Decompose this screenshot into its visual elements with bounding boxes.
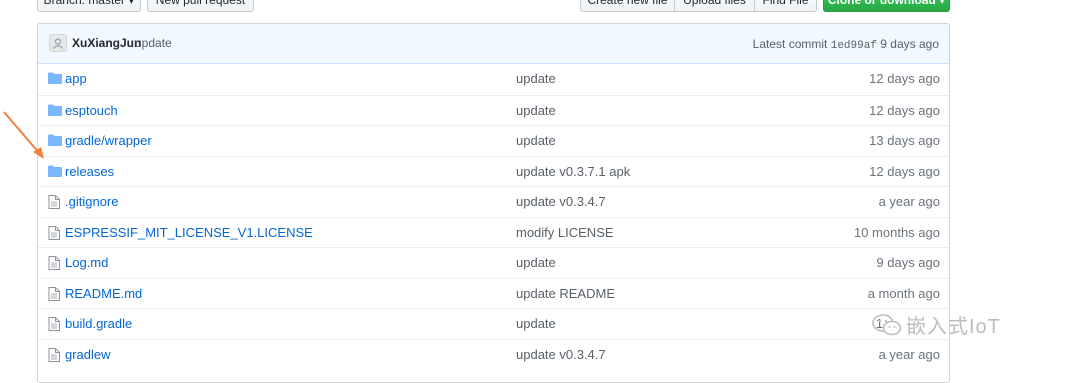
folder-icon: [48, 72, 62, 87]
avatar-icon[interactable]: [49, 34, 67, 52]
file-icon: [48, 195, 60, 212]
file-row: Log.md update 9 days ago: [38, 247, 949, 278]
watermark: 嵌入式IoT: [872, 310, 1001, 342]
file-name-link[interactable]: .gitignore: [65, 194, 118, 209]
file-row: gradle/wrapper update 13 days ago: [38, 125, 949, 156]
file-row: gradlew update v0.3.4.7 a year ago: [38, 338, 949, 370]
commit-message-link[interactable]: modify LICENSE: [516, 225, 614, 240]
latest-commit-bar: XuXiangJun update Latest commit 1ed99af …: [38, 24, 949, 64]
commit-message-link[interactable]: update: [516, 316, 556, 331]
file-row: esptouch update 12 days ago: [38, 94, 949, 125]
file-name-link[interactable]: releases: [65, 164, 114, 179]
file-row: README.md update README a month ago: [38, 277, 949, 309]
commit-message-link[interactable]: update: [516, 71, 556, 86]
file-row: app update 12 days ago: [38, 64, 949, 95]
commit-message-link[interactable]: update v0.3.4.7: [516, 347, 606, 362]
new-pull-request-button[interactable]: New pull request: [147, 0, 254, 12]
create-new-file-button[interactable]: Create new file: [580, 0, 675, 12]
commit-age: 12 days ago: [869, 102, 940, 118]
commit-message-link[interactable]: update README: [516, 286, 615, 301]
file-row: releases update v0.3.7.1 apk 12 days ago: [38, 155, 949, 187]
file-name-link[interactable]: gradlew: [65, 347, 111, 362]
commit-age: 9 days ago: [876, 255, 940, 270]
latest-commit-info: Latest commit 1ed99af 9 days ago: [753, 37, 939, 52]
annotation-arrow: [3, 111, 44, 159]
file-name-link[interactable]: Log.md: [65, 255, 108, 270]
commit-message-link[interactable]: update: [516, 255, 556, 270]
commit-age: a month ago: [867, 285, 940, 301]
commit-message-link[interactable]: update v0.3.7.1 apk: [516, 164, 630, 179]
file-name-link[interactable]: gradle/wrapper: [65, 133, 152, 148]
file-name-link[interactable]: README.md: [65, 286, 142, 301]
file-list-box: XuXiangJun update Latest commit 1ed99af …: [37, 23, 950, 383]
commit-message-link[interactable]: update: [516, 103, 556, 118]
file-name-link[interactable]: app: [65, 71, 87, 86]
latest-commit-label: Latest commit: [752, 37, 828, 51]
file-name-link[interactable]: ESPRESSIF_MIT_LICENSE_V1.LICENSE: [65, 225, 313, 240]
commit-age: 13 days ago: [869, 133, 940, 148]
watermark-text: 嵌入式IoT: [906, 316, 1001, 338]
commit-age: a year ago: [878, 194, 940, 209]
repo-toolbar: Branch: master ▾ New pull request Create…: [0, 0, 1080, 14]
file-row: .gitignore update v0.3.4.7 a year ago: [38, 186, 949, 217]
commit-age: 10 months ago: [853, 224, 940, 240]
commit-message-link[interactable]: update v0.3.4.7: [516, 194, 606, 209]
commit-age: 9 days ago: [880, 37, 939, 51]
commit-sha-link[interactable]: 1ed99af: [831, 40, 877, 52]
clone-or-download-button[interactable]: Clone or download ▾: [823, 0, 950, 12]
branch-selector-button[interactable]: Branch: master ▾: [37, 0, 141, 12]
wechat-icon: [872, 313, 902, 342]
file-icon: [48, 317, 60, 334]
commit-message-link[interactable]: update: [516, 133, 556, 148]
commit-author-link[interactable]: XuXiangJun: [72, 36, 141, 50]
file-icon: [48, 225, 60, 243]
commit-age: 12 days ago: [869, 71, 940, 86]
file-row: build.gradle update 1: [38, 308, 949, 339]
file-icon: [48, 286, 60, 304]
commit-age: 12 days ago: [869, 163, 940, 179]
file-row: ESPRESSIF_MIT_LICENSE_V1.LICENSE modify …: [38, 216, 949, 248]
commit-message-link[interactable]: update: [135, 36, 172, 50]
file-icon: [48, 347, 60, 365]
find-file-button[interactable]: Find File: [754, 0, 817, 12]
file-name-link[interactable]: esptouch: [65, 103, 118, 118]
upload-files-button[interactable]: Upload files: [674, 0, 755, 12]
file-name-link[interactable]: build.gradle: [65, 316, 132, 331]
file-icon: [48, 256, 60, 273]
file-rows: app update 12 days ago esptouch update 1…: [38, 64, 949, 369]
commit-age: a year ago: [878, 346, 940, 362]
